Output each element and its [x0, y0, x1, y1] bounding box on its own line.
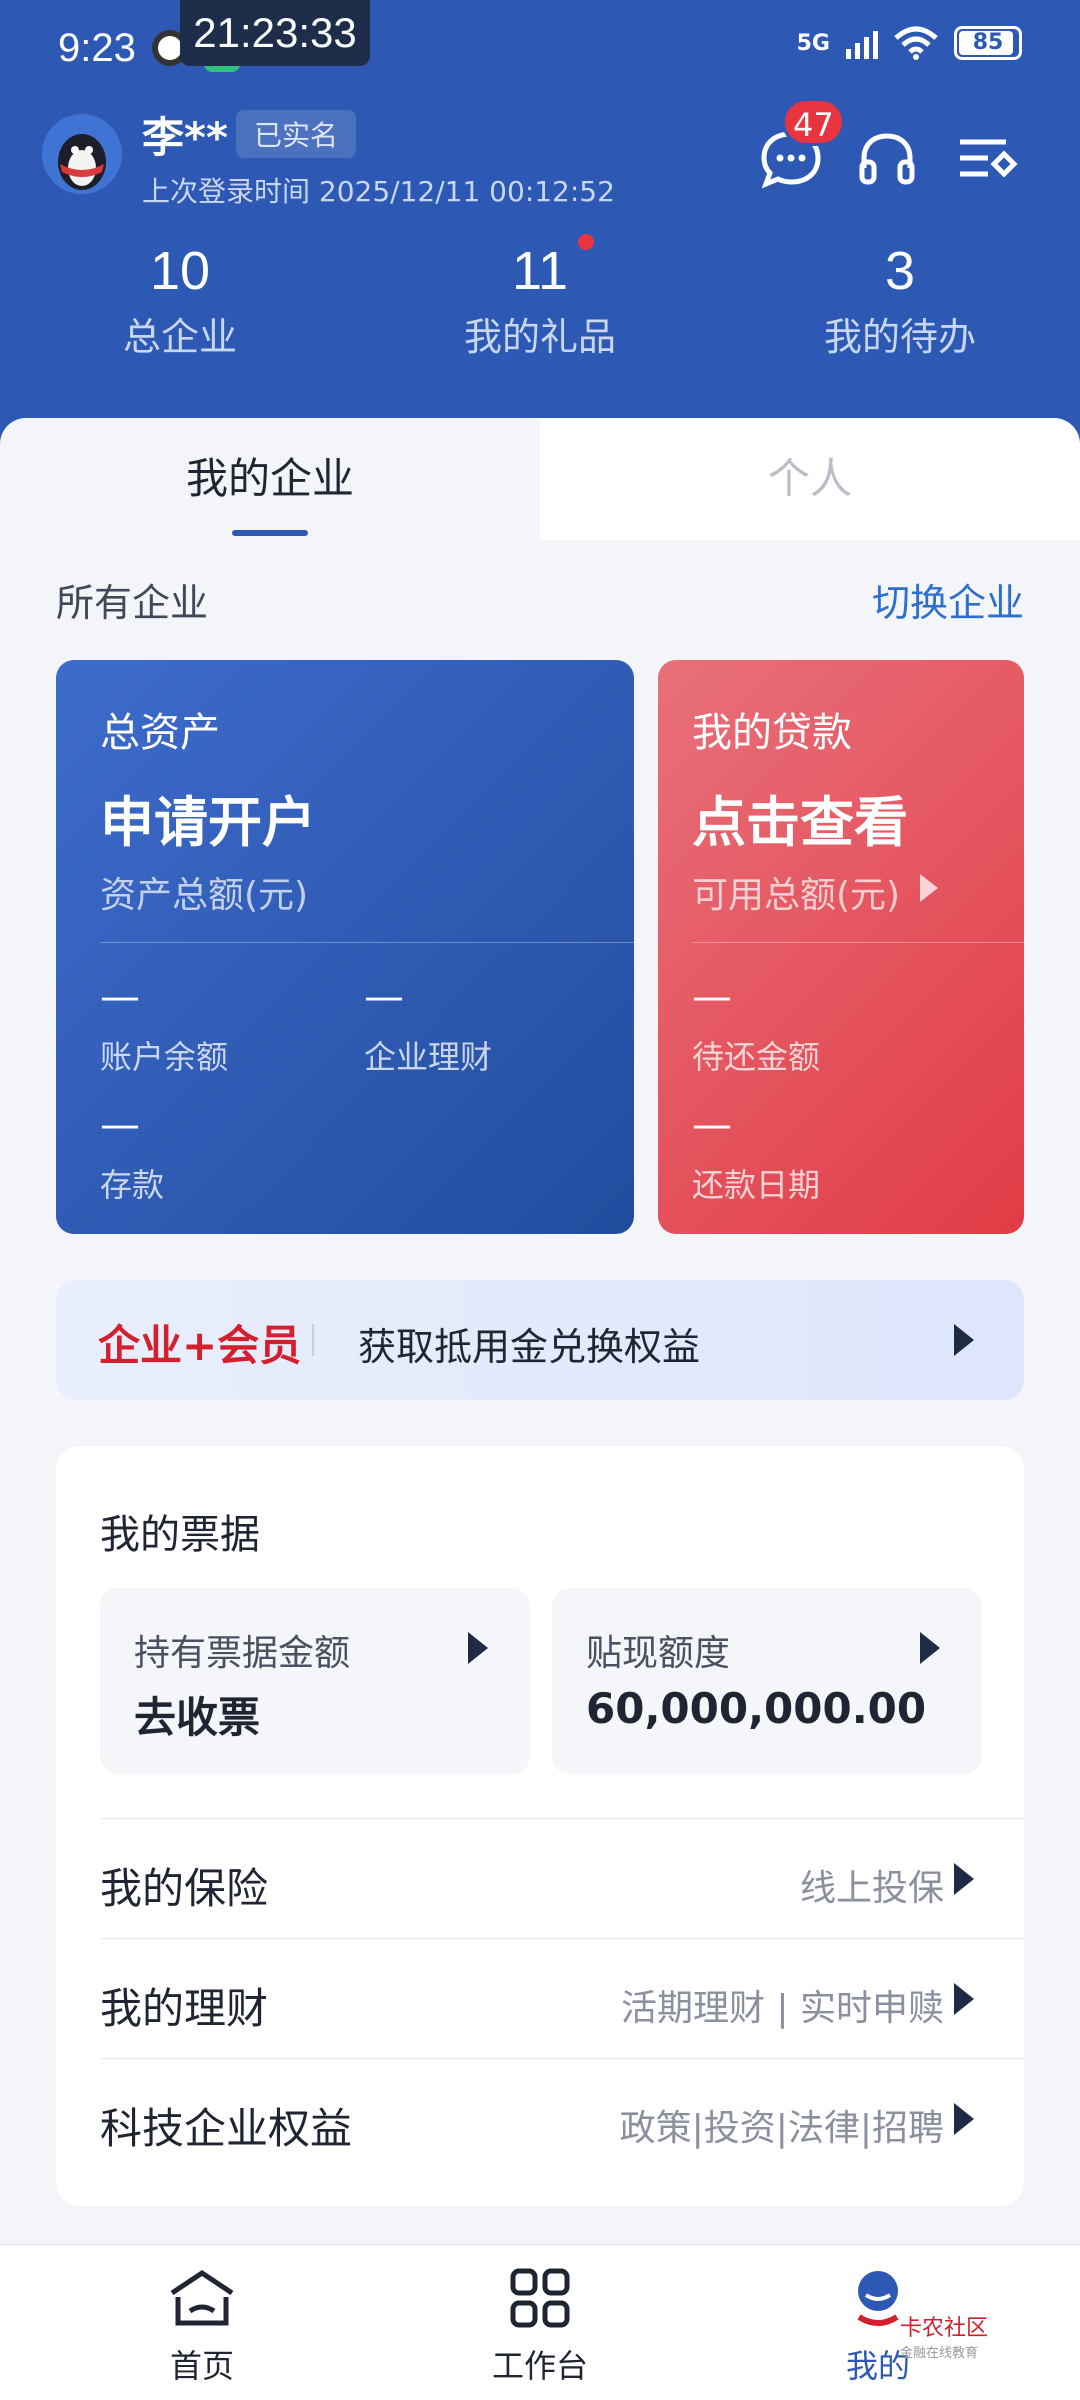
discount-limit-box[interactable]: 贴现额度 60,000,000.00 [552, 1588, 982, 1774]
member-banner[interactable]: 企业+会员 获取抵用金兑换权益 [56, 1280, 1024, 1400]
nav-label: 工作台 [491, 2347, 588, 2385]
divider [100, 942, 634, 943]
enterprise-wealth-label: 企业理财 [364, 1038, 493, 1076]
member-brand-logo: 企业+会员 [98, 1321, 302, 1370]
network-label: 5G [796, 30, 830, 56]
deposit-value: — [100, 1102, 140, 1148]
row-label: 我的理财 [100, 1984, 269, 2033]
account-balance-value: — [100, 974, 140, 1020]
tab-personal[interactable]: 个人 [540, 418, 1080, 540]
stat-value: 11 [511, 241, 569, 301]
collect-bills-action: 去收票 [134, 1693, 261, 1742]
row-value: 线上投保 [799, 1868, 944, 1909]
status-indicators: 5G 85 [797, 26, 1022, 60]
tab-bar: 我的企业 个人 [0, 418, 1080, 540]
stat-my-gifts[interactable]: 11 我的礼品 [360, 234, 720, 361]
stat-label: 总企业 [122, 315, 237, 359]
status-bar: 9:23 21:23:33 5G 85 [0, 0, 1080, 100]
pending-repayment-value: — [692, 974, 732, 1020]
stats-row: 10 总企业 11 我的礼品 3 我的待办 [0, 234, 1080, 361]
view-loan-action[interactable]: 点击查看 [692, 778, 908, 857]
menu-settings-icon[interactable] [952, 124, 1022, 194]
pending-repayment-label: 待还金额 [692, 1038, 821, 1076]
signal-icon [846, 27, 878, 59]
deposit-label: 存款 [100, 1166, 165, 1204]
avatar[interactable] [42, 114, 122, 194]
row-label: 科技企业权益 [100, 2104, 353, 2153]
repayment-date-value: — [692, 1102, 732, 1148]
services-panel: 我的票据 持有票据金额 去收票 贴现额度 60,000,000.00 我的保险 … [56, 1446, 1024, 2206]
card-subtitle: 资产总额(元) [100, 875, 309, 916]
divider [692, 942, 1024, 943]
row-label: 我的保险 [100, 1864, 269, 1913]
wealth-row[interactable]: 我的理财 活期理财 | 实时申赎 [100, 1938, 1024, 2058]
stat-value: 10 [149, 241, 211, 301]
enterprise-wealth-value: — [364, 974, 404, 1020]
floating-clock: 21:23:33 [180, 0, 370, 66]
watermark-subtitle: 金融在线教育 [900, 2346, 979, 2361]
play-arrow-icon [920, 874, 938, 902]
verified-badge: 已实名 [236, 110, 357, 158]
discount-limit-value: 60,000,000.00 [586, 1684, 927, 1733]
repayment-date-label: 还款日期 [692, 1166, 821, 1204]
stat-label: 我的待办 [823, 315, 976, 359]
play-arrow-icon [954, 1324, 974, 1356]
account-balance-label: 账户余额 [100, 1038, 229, 1076]
play-arrow-icon [954, 1983, 974, 2015]
nav-home[interactable]: 首页 [102, 2267, 302, 2387]
wifi-icon [894, 26, 938, 60]
tab-indicator [232, 530, 308, 536]
headset-icon[interactable] [852, 124, 922, 194]
section-title: 所有企业 [56, 581, 209, 625]
play-arrow-icon [920, 1632, 940, 1664]
community-watermark: 卡农社区 金融在线教育 [900, 2310, 988, 2361]
home-icon [170, 2269, 234, 2326]
my-loan-card[interactable]: 我的贷款 点击查看 可用总额(元) — 待还金额 — 还款日期 [658, 660, 1024, 1234]
card-label: 我的贷款 [692, 710, 852, 756]
discount-limit-label: 贴现额度 [586, 1633, 731, 1674]
divider [312, 1324, 314, 1356]
watermark-title: 卡农社区 [900, 2316, 989, 2341]
switch-enterprise-link[interactable]: 切换企业 [872, 572, 1024, 627]
notification-dot [578, 234, 594, 250]
card-label: 总资产 [100, 710, 220, 756]
grid-icon [510, 2268, 570, 2328]
stat-total-enterprises[interactable]: 10 总企业 [0, 240, 360, 361]
held-bills-box[interactable]: 持有票据金额 去收票 [100, 1588, 530, 1774]
row-value: 活期理财 | 实时申赎 [620, 1988, 944, 2029]
nav-label: 首页 [169, 2347, 234, 2385]
stat-my-todos[interactable]: 3 我的待办 [720, 240, 1080, 361]
card-subtitle: 可用总额(元) [692, 875, 901, 916]
tab-label: 我的企业 [185, 454, 354, 503]
status-time: 9:23 [58, 26, 136, 70]
battery-level: 85 [972, 30, 1004, 55]
tech-enterprise-benefits-row[interactable]: 科技企业权益 政策|投资|法律|招聘 [100, 2058, 1024, 2178]
held-bills-label: 持有票据金额 [134, 1633, 351, 1674]
bills-title: 我的票据 [100, 1512, 260, 1558]
battery-icon: 85 [954, 26, 1022, 60]
row-value: 政策|投资|法律|招聘 [619, 2108, 944, 2149]
play-arrow-icon [954, 2103, 974, 2135]
play-arrow-icon [468, 1632, 488, 1664]
nav-workbench[interactable]: 工作台 [440, 2267, 640, 2387]
stat-value: 3 [884, 241, 916, 301]
tab-my-enterprise[interactable]: 我的企业 [0, 418, 540, 540]
profile-header: 9:23 21:23:33 5G 85 李** 已实名 上次登录时间 2025/… [0, 0, 1080, 460]
username: 李** [142, 113, 228, 162]
banner-text: 获取抵用金兑换权益 [358, 1325, 701, 1369]
total-assets-card[interactable]: 总资产 申请开户 资产总额(元) — 账户余额 — 企业理财 — 存款 [56, 660, 634, 1234]
open-account-action[interactable]: 申请开户 [100, 778, 316, 857]
message-badge: 47 [782, 98, 845, 146]
insurance-row[interactable]: 我的保险 线上投保 [100, 1818, 1024, 1938]
tab-label: 个人 [767, 454, 852, 503]
play-arrow-icon [954, 1863, 974, 1895]
last-login-time: 上次登录时间 2025/12/11 00:12:52 [142, 175, 615, 208]
stat-label: 我的礼品 [463, 315, 616, 359]
